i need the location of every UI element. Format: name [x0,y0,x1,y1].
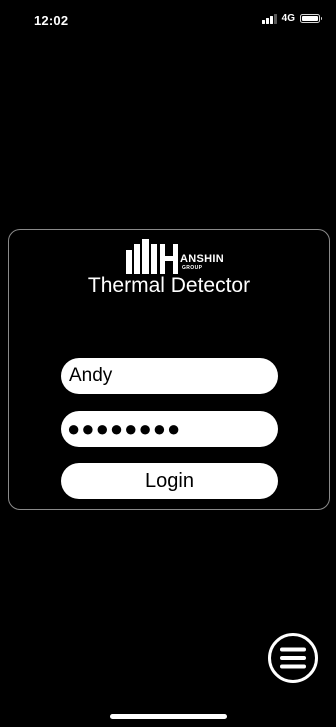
brand-subtitle: GROUP [182,265,203,271]
login-button[interactable]: Login [61,463,278,499]
app-screen: 12:02 4G ANSHIN GROUP Thermal Detector A… [0,0,336,727]
hamburger-menu-icon [268,633,318,683]
home-indicator[interactable] [110,714,227,719]
login-card: ANSHIN GROUP Thermal Detector Login [8,229,330,510]
status-indicators: 4G [262,13,322,24]
password-field[interactable] [61,411,278,447]
brand-logo: ANSHIN GROUP [126,236,236,274]
hanshin-logo-icon [126,239,178,274]
battery-level [302,16,318,21]
menu-button[interactable] [267,632,319,684]
battery-icon [300,14,322,23]
status-time: 12:02 [34,13,69,28]
cellular-signal-icon [262,13,277,24]
brand-name: ANSHIN [180,253,224,265]
username-field[interactable] [61,358,278,394]
app-title: Thermal Detector [87,274,251,297]
network-type-label: 4G [281,13,295,24]
status-bar: 12:02 4G [0,0,336,44]
